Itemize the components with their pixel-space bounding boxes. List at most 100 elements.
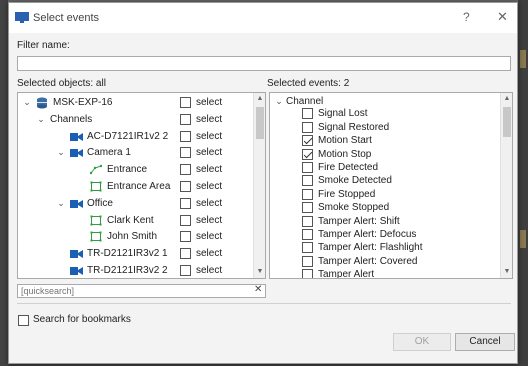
events-scrollbar[interactable]: ▲ ▼ <box>500 93 512 278</box>
search-bookmarks-checkbox[interactable] <box>18 315 29 326</box>
camera-icon <box>70 265 83 278</box>
event-checkbox[interactable] <box>302 229 313 240</box>
event-row[interactable]: Motion Stop <box>270 148 498 161</box>
clear-search-icon[interactable]: ✕ <box>254 284 262 295</box>
object-tree-row[interactable]: Entrance Area select <box>18 178 252 195</box>
event-row[interactable]: Tamper Alert <box>270 268 498 279</box>
event-checkbox[interactable] <box>302 135 313 147</box>
object-tree-row[interactable]: TR-D2121IR3v2 2 select <box>18 262 252 278</box>
object-label: Channels <box>50 113 93 125</box>
chevron-down-icon[interactable]: ⌄ <box>22 94 32 111</box>
event-row[interactable]: Fire Detected <box>270 161 498 174</box>
scroll-thumb[interactable] <box>256 107 264 139</box>
select-label: select <box>196 248 223 260</box>
event-row[interactable]: Tamper Alert: Flashlight <box>270 241 498 254</box>
event-label: Tamper Alert <box>318 269 375 279</box>
event-checkbox[interactable] <box>302 269 313 278</box>
dialog-title: Select events <box>33 12 100 24</box>
object-select-checkbox[interactable] <box>180 248 191 260</box>
objects-scrollbar[interactable]: ▲ ▼ <box>253 93 265 278</box>
object-tree-row[interactable]: ⌄ Camera 1 select <box>18 144 252 161</box>
select-label: select <box>196 130 223 142</box>
chevron-down-icon[interactable]: ⌄ <box>56 195 66 212</box>
event-checkbox[interactable] <box>302 255 313 267</box>
event-row[interactable]: Motion Start <box>270 134 498 147</box>
background-fragment <box>520 230 526 248</box>
search-bookmarks-label: Search for bookmarks <box>33 314 131 325</box>
scroll-thumb[interactable] <box>503 107 511 137</box>
selected-events-label: Selected events: 2 <box>267 78 350 89</box>
object-select-checkbox[interactable] <box>180 231 191 243</box>
event-label: Motion Start <box>318 135 372 147</box>
object-tree-row[interactable]: Clark Kent select <box>18 212 252 229</box>
event-row[interactable]: Smoke Detected <box>270 174 498 187</box>
object-tree-row[interactable]: Entrance select <box>18 161 252 178</box>
event-checkbox[interactable] <box>302 202 313 214</box>
object-label: AC-D7121IR1v2 2 <box>87 130 169 142</box>
quicksearch-input[interactable] <box>17 284 266 298</box>
select-label: select <box>196 97 223 108</box>
cancel-button[interactable]: Cancel <box>455 333 515 351</box>
object-select-checkbox[interactable] <box>180 265 191 276</box>
title-bar: Select events ? ✕ <box>9 3 517 33</box>
select-events-dialog: Select events ? ✕ Filter name: Selected … <box>8 2 518 364</box>
event-label: Smoke Stopped <box>318 202 390 214</box>
event-label: Tamper Alert: Flashlight <box>318 242 423 254</box>
event-checkbox[interactable] <box>302 108 313 120</box>
event-row[interactable]: Fire Stopped <box>270 188 498 201</box>
event-label: Tamper Alert: Defocus <box>318 229 417 240</box>
select-label: select <box>196 147 223 159</box>
object-tree-row[interactable]: ⌄ Office select <box>18 195 252 212</box>
filter-name-label: Filter name: <box>17 40 70 51</box>
object-select-checkbox[interactable] <box>180 97 191 108</box>
object-select-checkbox[interactable] <box>180 130 191 142</box>
scroll-down-icon[interactable]: ▼ <box>501 266 512 278</box>
object-tree-row[interactable]: ⌄ MSK-EXP-16 select <box>18 94 252 111</box>
object-select-checkbox[interactable] <box>180 214 191 226</box>
event-row[interactable]: Tamper Alert: Shift <box>270 215 498 228</box>
object-select-checkbox[interactable] <box>180 113 191 125</box>
help-button[interactable]: ? <box>463 10 470 24</box>
event-row[interactable]: Tamper Alert: Defocus <box>270 228 498 241</box>
object-select-checkbox[interactable] <box>180 197 191 209</box>
event-checkbox[interactable] <box>302 121 313 133</box>
object-tree-row[interactable]: ⌄ Channels select <box>18 111 252 128</box>
scroll-up-icon[interactable]: ▲ <box>501 93 512 105</box>
ok-button[interactable]: OK <box>393 333 451 351</box>
object-select-checkbox[interactable] <box>180 164 191 176</box>
event-checkbox[interactable] <box>302 242 313 254</box>
event-label: Motion Stop <box>318 148 372 160</box>
event-row[interactable]: Signal Restored <box>270 121 498 134</box>
event-label: Tamper Alert: Shift <box>318 215 400 227</box>
event-row[interactable]: Signal Lost <box>270 107 498 120</box>
event-checkbox[interactable] <box>302 148 313 160</box>
event-checkbox[interactable] <box>302 162 313 173</box>
chevron-down-icon[interactable]: ⌄ <box>36 111 46 128</box>
object-tree-row[interactable]: John Smith select <box>18 228 252 245</box>
chevron-down-icon[interactable]: ⌄ <box>56 144 66 161</box>
event-row[interactable]: Smoke Stopped <box>270 201 498 214</box>
divider <box>17 303 511 304</box>
background-window-right <box>518 0 528 366</box>
object-select-checkbox[interactable] <box>180 181 191 192</box>
event-label: Signal Lost <box>318 108 368 120</box>
select-label: select <box>196 214 223 226</box>
close-button[interactable]: ✕ <box>497 9 508 25</box>
object-label: Clark Kent <box>107 214 154 226</box>
monitor-icon <box>15 12 29 23</box>
object-label: John Smith <box>107 231 158 243</box>
scroll-down-icon[interactable]: ▼ <box>254 266 265 278</box>
event-row[interactable]: Tamper Alert: Covered <box>270 255 498 268</box>
object-select-checkbox[interactable] <box>180 147 191 159</box>
filter-name-input[interactable] <box>17 56 511 71</box>
event-checkbox[interactable] <box>302 175 313 187</box>
event-checkbox[interactable] <box>302 188 313 200</box>
scroll-up-icon[interactable]: ▲ <box>254 93 265 105</box>
select-label: select <box>196 197 223 209</box>
select-label: select <box>196 265 223 276</box>
object-tree-row[interactable]: AC-D7121IR1v2 2 select <box>18 128 252 145</box>
event-label: Fire Detected <box>318 162 379 173</box>
event-checkbox[interactable] <box>302 215 313 227</box>
object-tree-row[interactable]: TR-D2121IR3v2 1 select <box>18 245 252 262</box>
object-label: TR-D2121IR3v2 2 <box>87 265 168 276</box>
